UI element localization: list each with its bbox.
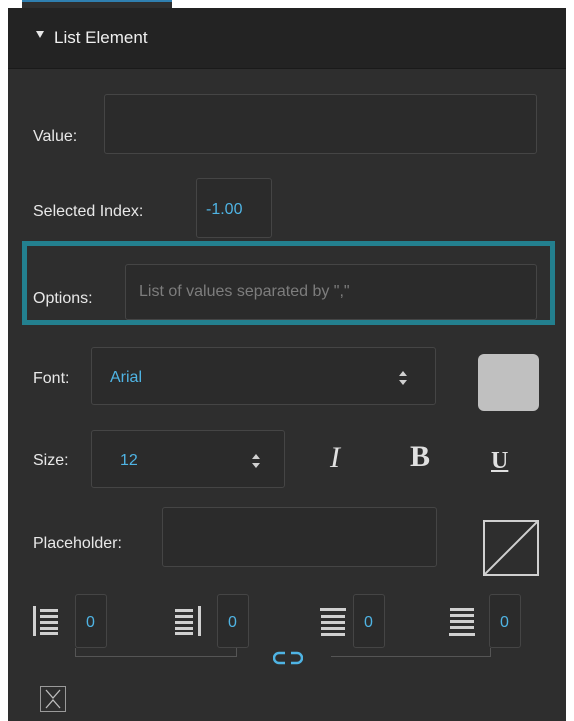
bracket-line (236, 648, 237, 656)
padding-top-value: 0 (364, 614, 373, 631)
size-label: Size: (33, 452, 69, 469)
align-top-icon[interactable] (320, 608, 346, 638)
placeholder-input[interactable] (162, 507, 437, 567)
collapse-triangle-icon[interactable] (36, 31, 44, 38)
inspector-panel: List Element Value: Selected Index: -1.0… (8, 8, 566, 721)
size-select-value: 12 (120, 452, 138, 469)
underline-button[interactable]: U (491, 448, 508, 475)
font-label: Font: (33, 370, 70, 387)
value-label: Value: (33, 128, 78, 145)
section-title: List Element (54, 28, 148, 47)
align-left-icon[interactable] (33, 606, 59, 636)
options-highlight-frame (22, 241, 555, 325)
padding-bottom-input[interactable]: 0 (489, 594, 521, 648)
padding-right-value: 0 (228, 614, 237, 631)
font-select[interactable]: Arial (91, 347, 436, 405)
bracket-line (331, 656, 491, 657)
size-select[interactable]: 12 (91, 430, 285, 488)
align-right-icon[interactable] (175, 606, 201, 636)
no-fill-icon (485, 522, 537, 574)
padding-right-input[interactable]: 0 (217, 594, 249, 648)
select-arrows-icon (399, 371, 407, 385)
selected-index-input[interactable]: -1.00 (196, 178, 272, 238)
link-icon[interactable] (273, 651, 303, 665)
active-tab-indicator (22, 0, 172, 8)
bracket-line (490, 648, 491, 656)
collapse-icon (45, 689, 61, 709)
bold-button[interactable]: B (410, 440, 430, 474)
padding-bottom-value: 0 (500, 614, 509, 631)
collapse-toggle-button[interactable] (40, 686, 66, 712)
no-fill-button[interactable] (483, 520, 539, 576)
font-select-value: Arial (110, 369, 143, 386)
value-input[interactable] (104, 94, 537, 154)
section-header[interactable]: List Element (8, 8, 566, 69)
padding-top-input[interactable]: 0 (353, 594, 385, 648)
padding-left-value: 0 (86, 614, 95, 631)
align-bottom-icon[interactable] (449, 606, 475, 636)
placeholder-label: Placeholder: (33, 535, 122, 552)
padding-left-input[interactable]: 0 (75, 594, 107, 648)
font-color-swatch[interactable] (478, 354, 539, 411)
italic-button[interactable]: I (330, 441, 340, 475)
selected-index-label: Selected Index: (33, 203, 144, 220)
select-arrows-icon (252, 454, 260, 468)
bracket-line (75, 648, 76, 656)
bracket-line (75, 656, 237, 657)
selected-index-value: -1.00 (206, 201, 243, 218)
